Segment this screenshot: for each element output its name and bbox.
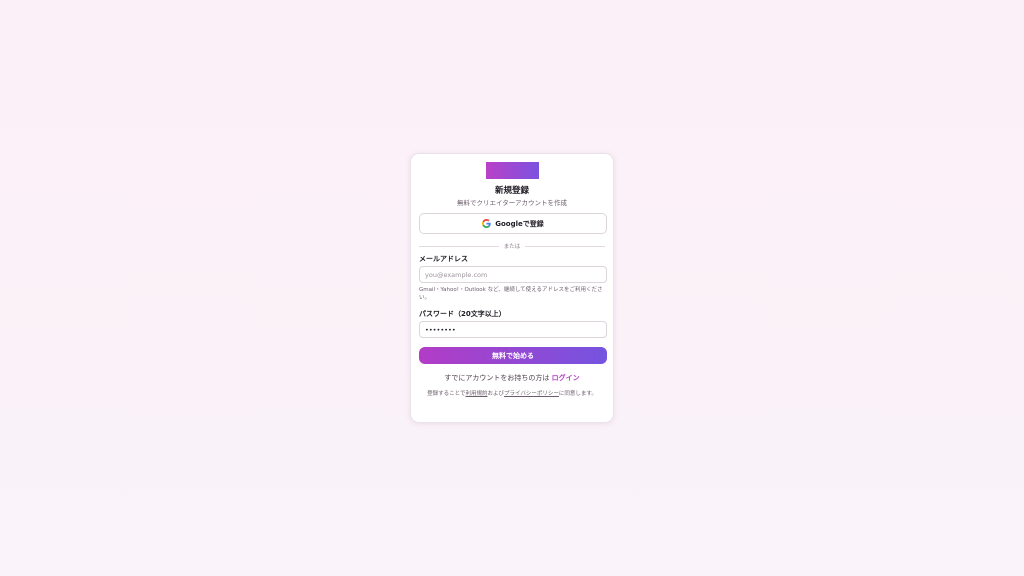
divider-line-right [525,245,606,247]
password-field[interactable] [419,321,607,338]
login-link[interactable]: ログイン [552,374,580,382]
google-signup-label: Googleで登録 [495,219,544,228]
login-prompt-line: すでにアカウントをお持ちの方は ログイン [419,373,605,383]
terms-suffix: に同意します。 [558,391,597,397]
terms-of-service-link[interactable]: 利用規約 [465,391,487,397]
signup-card: 新規登録 無料でクリエイターアカウントを作成 Googleで登録 または メール… [410,153,614,423]
or-divider: または [419,241,606,251]
terms-notice: 登録することで利用規約およびプライバシーポリシーに同意します。 [419,390,605,398]
privacy-policy-link[interactable]: プライバシーポリシー [504,391,559,397]
page-subtitle: 無料でクリエイターアカウントを作成 [457,199,567,207]
email-hint: Gmail・Yahoo!・Outlook など、継続して使えるアドレスをご利用く… [419,287,603,301]
password-label: パスワード（20文字以上） [419,310,506,318]
page-title: 新規登録 [494,186,529,196]
email-field[interactable] [419,266,607,283]
page-background: 新規登録 無料でクリエイターアカウントを作成 Googleで登録 または メール… [0,0,1024,576]
start-free-button[interactable]: 無料で始める [419,347,607,364]
brand-logo [485,162,539,179]
email-label: メールアドレス [419,255,468,263]
terms-prefix: 登録することで [427,391,466,397]
divider-text: または [503,244,521,250]
login-prompt-text: すでにアカウントをお持ちの方は [444,374,550,382]
google-icon [482,219,491,228]
divider-line-left [419,245,499,247]
terms-middle: および [487,391,504,397]
google-signup-button[interactable]: Googleで登録 [419,213,607,234]
